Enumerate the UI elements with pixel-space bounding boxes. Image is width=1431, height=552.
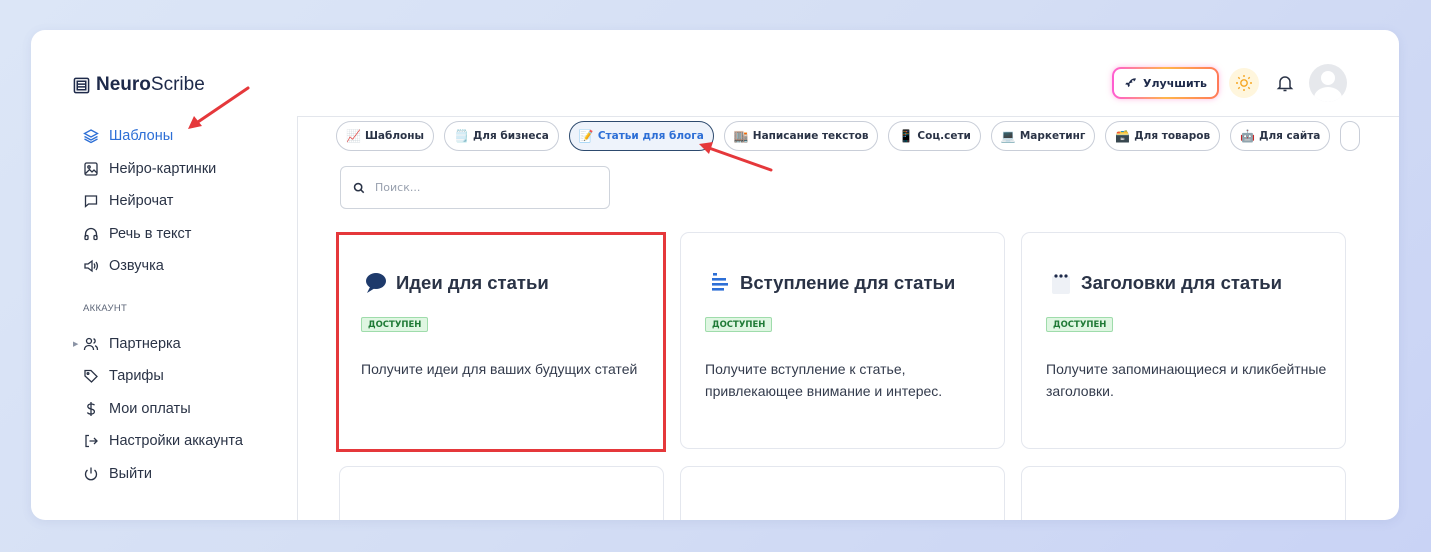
text-lines-icon: [708, 271, 732, 295]
memo-icon: 📝: [578, 129, 594, 143]
login-icon: [83, 433, 99, 449]
chip-label: Соц.сети: [917, 130, 971, 142]
chip-website[interactable]: 🤖 Для сайта: [1230, 121, 1331, 151]
rocket-icon: [1125, 77, 1136, 87]
sidebar-item-label: Настройки аккаунта: [109, 433, 243, 450]
notepad-icon: 🗒️: [454, 129, 469, 143]
store-icon: 🏬: [733, 129, 749, 143]
cabinet-icon: 🗃️: [1115, 129, 1131, 143]
chip-label: Для сайта: [1259, 130, 1321, 142]
chip-label: Статьи для блога: [597, 130, 704, 142]
sun-icon: [1236, 75, 1252, 91]
users-icon: [83, 336, 99, 352]
sidebar-item-account-settings[interactable]: Настройки аккаунта: [83, 425, 293, 458]
card-description: Получите вступление к статье, привлекающ…: [705, 361, 943, 399]
power-icon: [83, 466, 99, 482]
status-badge: ДОСТУПЕН: [361, 317, 429, 332]
sidebar-item-neuro-images[interactable]: Нейро-картинки: [83, 153, 293, 186]
template-card[interactable]: Заголовки для статьи ДОСТУПЕН Получите з…: [1021, 232, 1346, 449]
card-description: Получите идеи для ваших будущих статей: [361, 361, 638, 377]
tag-icon: [83, 368, 99, 384]
chart-icon: 📈: [346, 129, 361, 143]
headphones-icon: [83, 226, 99, 242]
chip-more[interactable]: [1340, 121, 1361, 151]
chip-label: Для бизнеса: [472, 130, 549, 142]
card-title-text: Идеи для статьи: [396, 272, 549, 293]
upgrade-label: Улучшить: [1143, 76, 1207, 90]
chat-icon: [83, 193, 99, 209]
logo-icon: [73, 77, 90, 93]
sidebar-item-label: Речь в текст: [109, 225, 192, 242]
layers-icon: [83, 128, 99, 144]
sidebar-item-label: Озвучка: [109, 258, 164, 275]
template-card[interactable]: [1021, 466, 1346, 520]
phone-icon: 📱: [898, 129, 914, 143]
card-title-text: Заголовки для статьи: [1081, 272, 1283, 293]
chip-copywriting[interactable]: 🏬 Написание текстов: [723, 121, 879, 151]
speaker-icon: [83, 258, 99, 274]
robot-icon: 🤖: [1240, 129, 1256, 143]
sidebar-item-label: Партнерка: [109, 335, 181, 352]
template-card[interactable]: Вступление для статьи ДОСТУПЕН Получите …: [680, 232, 1005, 449]
logo[interactable]: NeuroScribe: [73, 74, 205, 96]
header-divider: [297, 116, 1399, 117]
chip-label: Для товаров: [1134, 130, 1211, 142]
sidebar-item-templates[interactable]: Шаблоны: [83, 120, 293, 153]
chip-templates[interactable]: 📈 Шаблоны: [336, 121, 434, 151]
sidebar-item-tariffs[interactable]: Тарифы: [83, 360, 293, 393]
chip-marketing[interactable]: 💻 Маркетинг: [990, 121, 1096, 151]
avatar[interactable]: [1309, 64, 1347, 102]
laptop-icon: 💻: [1000, 129, 1016, 143]
template-card[interactable]: Идеи для статьи ДОСТУПЕН Получите идеи д…: [336, 232, 666, 452]
card-title-text: Вступление для статьи: [740, 272, 956, 293]
search-box[interactable]: [340, 166, 610, 209]
dollar-icon: [83, 401, 99, 417]
header-controls: Улучшить: [1112, 64, 1347, 102]
image-icon: [83, 161, 99, 177]
chip-label: Написание текстов: [752, 130, 869, 142]
chip-label: Маркетинг: [1019, 130, 1086, 142]
notepad-icon: [1049, 271, 1073, 295]
sidebar-item-label: Нейрочат: [109, 193, 174, 210]
chip-blog-articles[interactable]: 📝 Статьи для блога: [568, 121, 714, 151]
chip-business[interactable]: 🗒️ Для бизнеса: [444, 121, 559, 151]
chip-products[interactable]: 🗃️ Для товаров: [1105, 121, 1221, 151]
theme-toggle[interactable]: [1229, 68, 1259, 98]
sidebar-item-speech-to-text[interactable]: Речь в текст: [83, 218, 293, 251]
chip-label: Шаблоны: [364, 130, 424, 142]
speech-bubble-icon: [364, 271, 388, 295]
sidebar-item-neurochat[interactable]: Нейрочат: [83, 185, 293, 218]
brand-light: Scribe: [150, 74, 205, 95]
card-title: Вступление для статьи: [708, 271, 955, 295]
search-icon: [353, 182, 365, 193]
account-section-label: АККАУНТ: [83, 302, 128, 314]
card-title: Заголовки для статьи: [1049, 271, 1282, 295]
sidebar-item-label: Шаблоны: [109, 128, 174, 145]
sidebar-item-partner[interactable]: ▶ Партнерка: [73, 328, 293, 361]
category-chips: 📈 Шаблоны 🗒️ Для бизнеса 📝 Статьи для блога…: [336, 121, 1361, 151]
sidebar-item-label: Нейро-картинки: [109, 160, 217, 177]
caret-right-icon: ▶: [73, 340, 79, 348]
status-badge: ДОСТУПЕН: [1046, 317, 1114, 332]
sidebar-divider: [297, 116, 298, 520]
chip-social[interactable]: 📱 Соц.сети: [888, 121, 981, 151]
search-input[interactable]: [375, 181, 595, 194]
sidebar-item-label: Мои оплаты: [109, 400, 191, 417]
status-badge: ДОСТУПЕН: [705, 317, 773, 332]
template-card[interactable]: [339, 466, 664, 520]
sidebar-item-logout[interactable]: Выйти: [83, 458, 293, 491]
card-title: Идеи для статьи: [364, 271, 549, 295]
sidebar-item-label: Выйти: [109, 465, 152, 482]
sidebar-item-voiceover[interactable]: Озвучка: [83, 250, 293, 283]
bell-icon[interactable]: [1275, 73, 1295, 93]
sidebar-item-label: Тарифы: [109, 368, 164, 385]
app-window: NeuroScribe Улучшить Шаблоны Нейро-карти…: [31, 30, 1399, 520]
card-description: Получите запоминающиеся и кликбейтные за…: [1046, 361, 1327, 399]
brand-bold: Neuro: [96, 74, 151, 95]
sidebar-item-payments[interactable]: Мои оплаты: [83, 393, 293, 426]
template-card[interactable]: [680, 466, 1005, 520]
sidebar: Шаблоны Нейро-картинки Нейрочат Речь в т…: [73, 120, 293, 491]
upgrade-button[interactable]: Улучшить: [1112, 67, 1219, 99]
